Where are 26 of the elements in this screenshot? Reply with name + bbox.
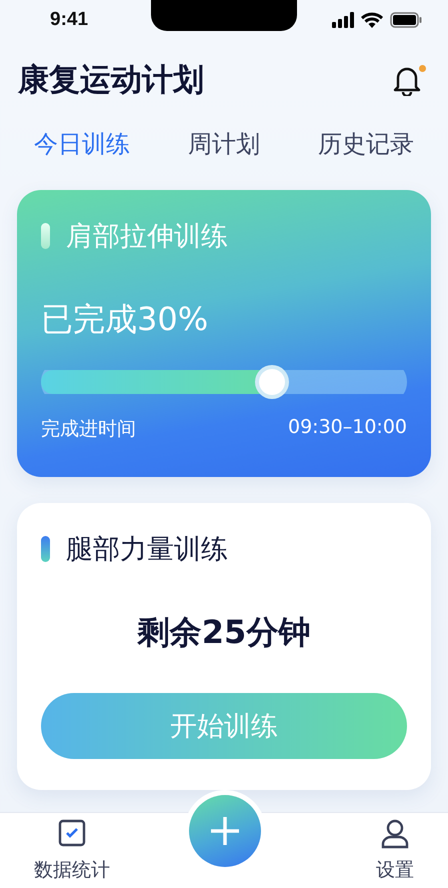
- battery-icon: [390, 12, 422, 28]
- checklist-icon: [58, 819, 86, 847]
- accent-bar: [41, 223, 50, 249]
- tab[interactable]: 今日训练: [34, 126, 130, 162]
- stats-nav-item[interactable]: 数据统计: [34, 819, 110, 883]
- time-range: 09:30–10:00: [288, 416, 407, 440]
- accent-bar: [41, 536, 50, 562]
- plus-icon: [210, 816, 240, 846]
- person-icon: [381, 819, 409, 849]
- card-title: 肩部拉伸训练: [66, 220, 228, 254]
- remaining-time: 剩余25分钟: [136, 612, 312, 653]
- nav-label: 设置: [376, 858, 414, 883]
- add-button[interactable]: [189, 795, 261, 867]
- tab[interactable]: 周计划: [188, 126, 260, 162]
- wifi-icon: [361, 12, 383, 28]
- card-title: 腿部力量训练: [66, 533, 228, 567]
- signal-icon: [332, 12, 354, 28]
- status-time: 9:41: [50, 9, 88, 31]
- page-title: 康复运动计划: [18, 61, 204, 100]
- tab[interactable]: 历史记录: [318, 126, 414, 162]
- notification-button[interactable]: [392, 64, 424, 96]
- slider-thumb[interactable]: [254, 365, 289, 399]
- caption: 完成进时间: [41, 417, 136, 442]
- settings-nav-item[interactable]: 设置: [376, 819, 414, 883]
- nav-label: 数据统计: [34, 858, 110, 883]
- progress-status: 已完成30%: [41, 299, 210, 340]
